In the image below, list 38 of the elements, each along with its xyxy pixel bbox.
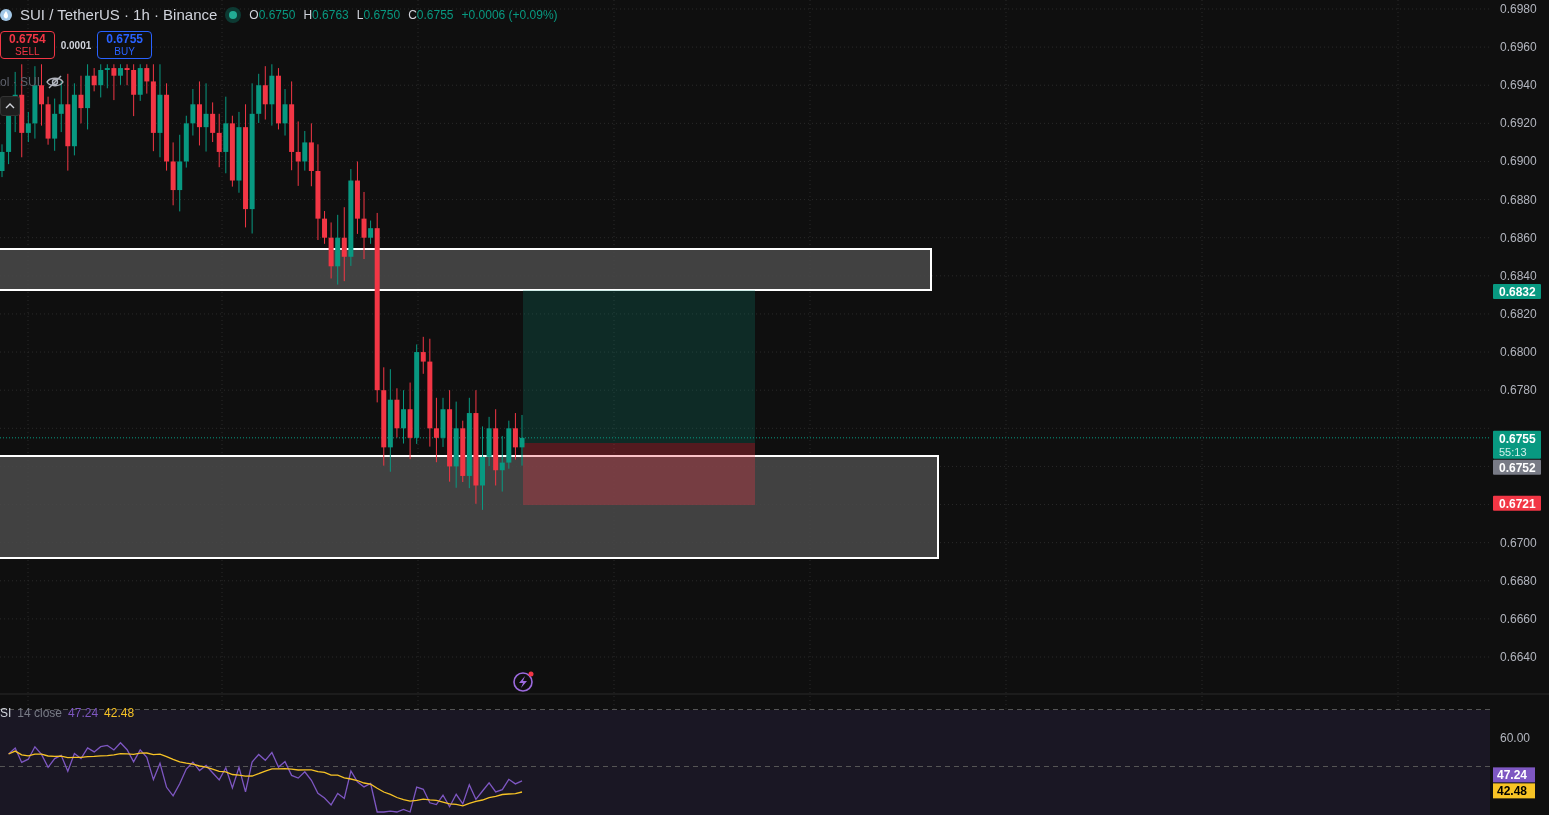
- ohlc-value: C0.6755: [408, 7, 454, 25]
- price-axis-label: 0.6960: [1500, 40, 1537, 55]
- collapse-button[interactable]: [0, 96, 20, 116]
- price-axis-label: 0.6880: [1500, 192, 1537, 207]
- symbol-logo-icon: [0, 9, 12, 22]
- rsi-axis-label: 60.00: [1500, 731, 1531, 745]
- price-axis-label: 0.6700: [1500, 535, 1537, 550]
- price-axis-label: 0.6940: [1500, 78, 1537, 93]
- price-axis-label: 0.6980: [1500, 2, 1537, 16]
- sell-button[interactable]: 0.6754 SELL: [0, 31, 55, 60]
- price-marker: 0.6832: [1493, 284, 1541, 300]
- rsi-marker: 47.24: [1493, 767, 1535, 783]
- rsi-marker: 42.48: [1493, 783, 1535, 799]
- price-axis-label: 0.6900: [1500, 154, 1537, 169]
- price-change: +0.0006 (+0.09%): [461, 7, 558, 25]
- ohlc-value: H0.6763: [303, 7, 349, 25]
- lightning-icon[interactable]: [513, 671, 534, 692]
- price-axis-label: 0.6640: [1500, 650, 1537, 664]
- buy-button[interactable]: 0.6755 BUY: [97, 31, 152, 60]
- price-axis-label: 0.6920: [1500, 116, 1537, 131]
- rsi-title: SI: [0, 705, 12, 722]
- price-axis-label: 0.6840: [1500, 268, 1537, 283]
- spread-value: 0.0001: [60, 38, 92, 53]
- price-marker: 0.6755 55:13: [1493, 430, 1541, 459]
- price-axis-label: 0.6660: [1500, 611, 1537, 626]
- ohlc-value: O0.6750: [249, 7, 296, 25]
- rsi-average-value: 42.48: [104, 705, 135, 722]
- price-axis-label: 0.6860: [1500, 230, 1537, 245]
- price-axis-label: 0.6680: [1500, 573, 1537, 588]
- rsi-params: 14 close: [17, 705, 63, 722]
- chevron-up-icon: [5, 103, 15, 109]
- symbol-title[interactable]: SUI / TetherUS · 1h · Binance: [20, 4, 218, 27]
- eye-slash-icon[interactable]: [46, 75, 64, 89]
- price-axis-label: 0.6780: [1500, 383, 1537, 398]
- ohlc-value: L0.6750: [356, 7, 401, 25]
- price-axis-label: 0.6820: [1500, 306, 1537, 321]
- price-axis-label: 0.6800: [1500, 345, 1537, 360]
- rsi-value: 47.24: [68, 705, 99, 722]
